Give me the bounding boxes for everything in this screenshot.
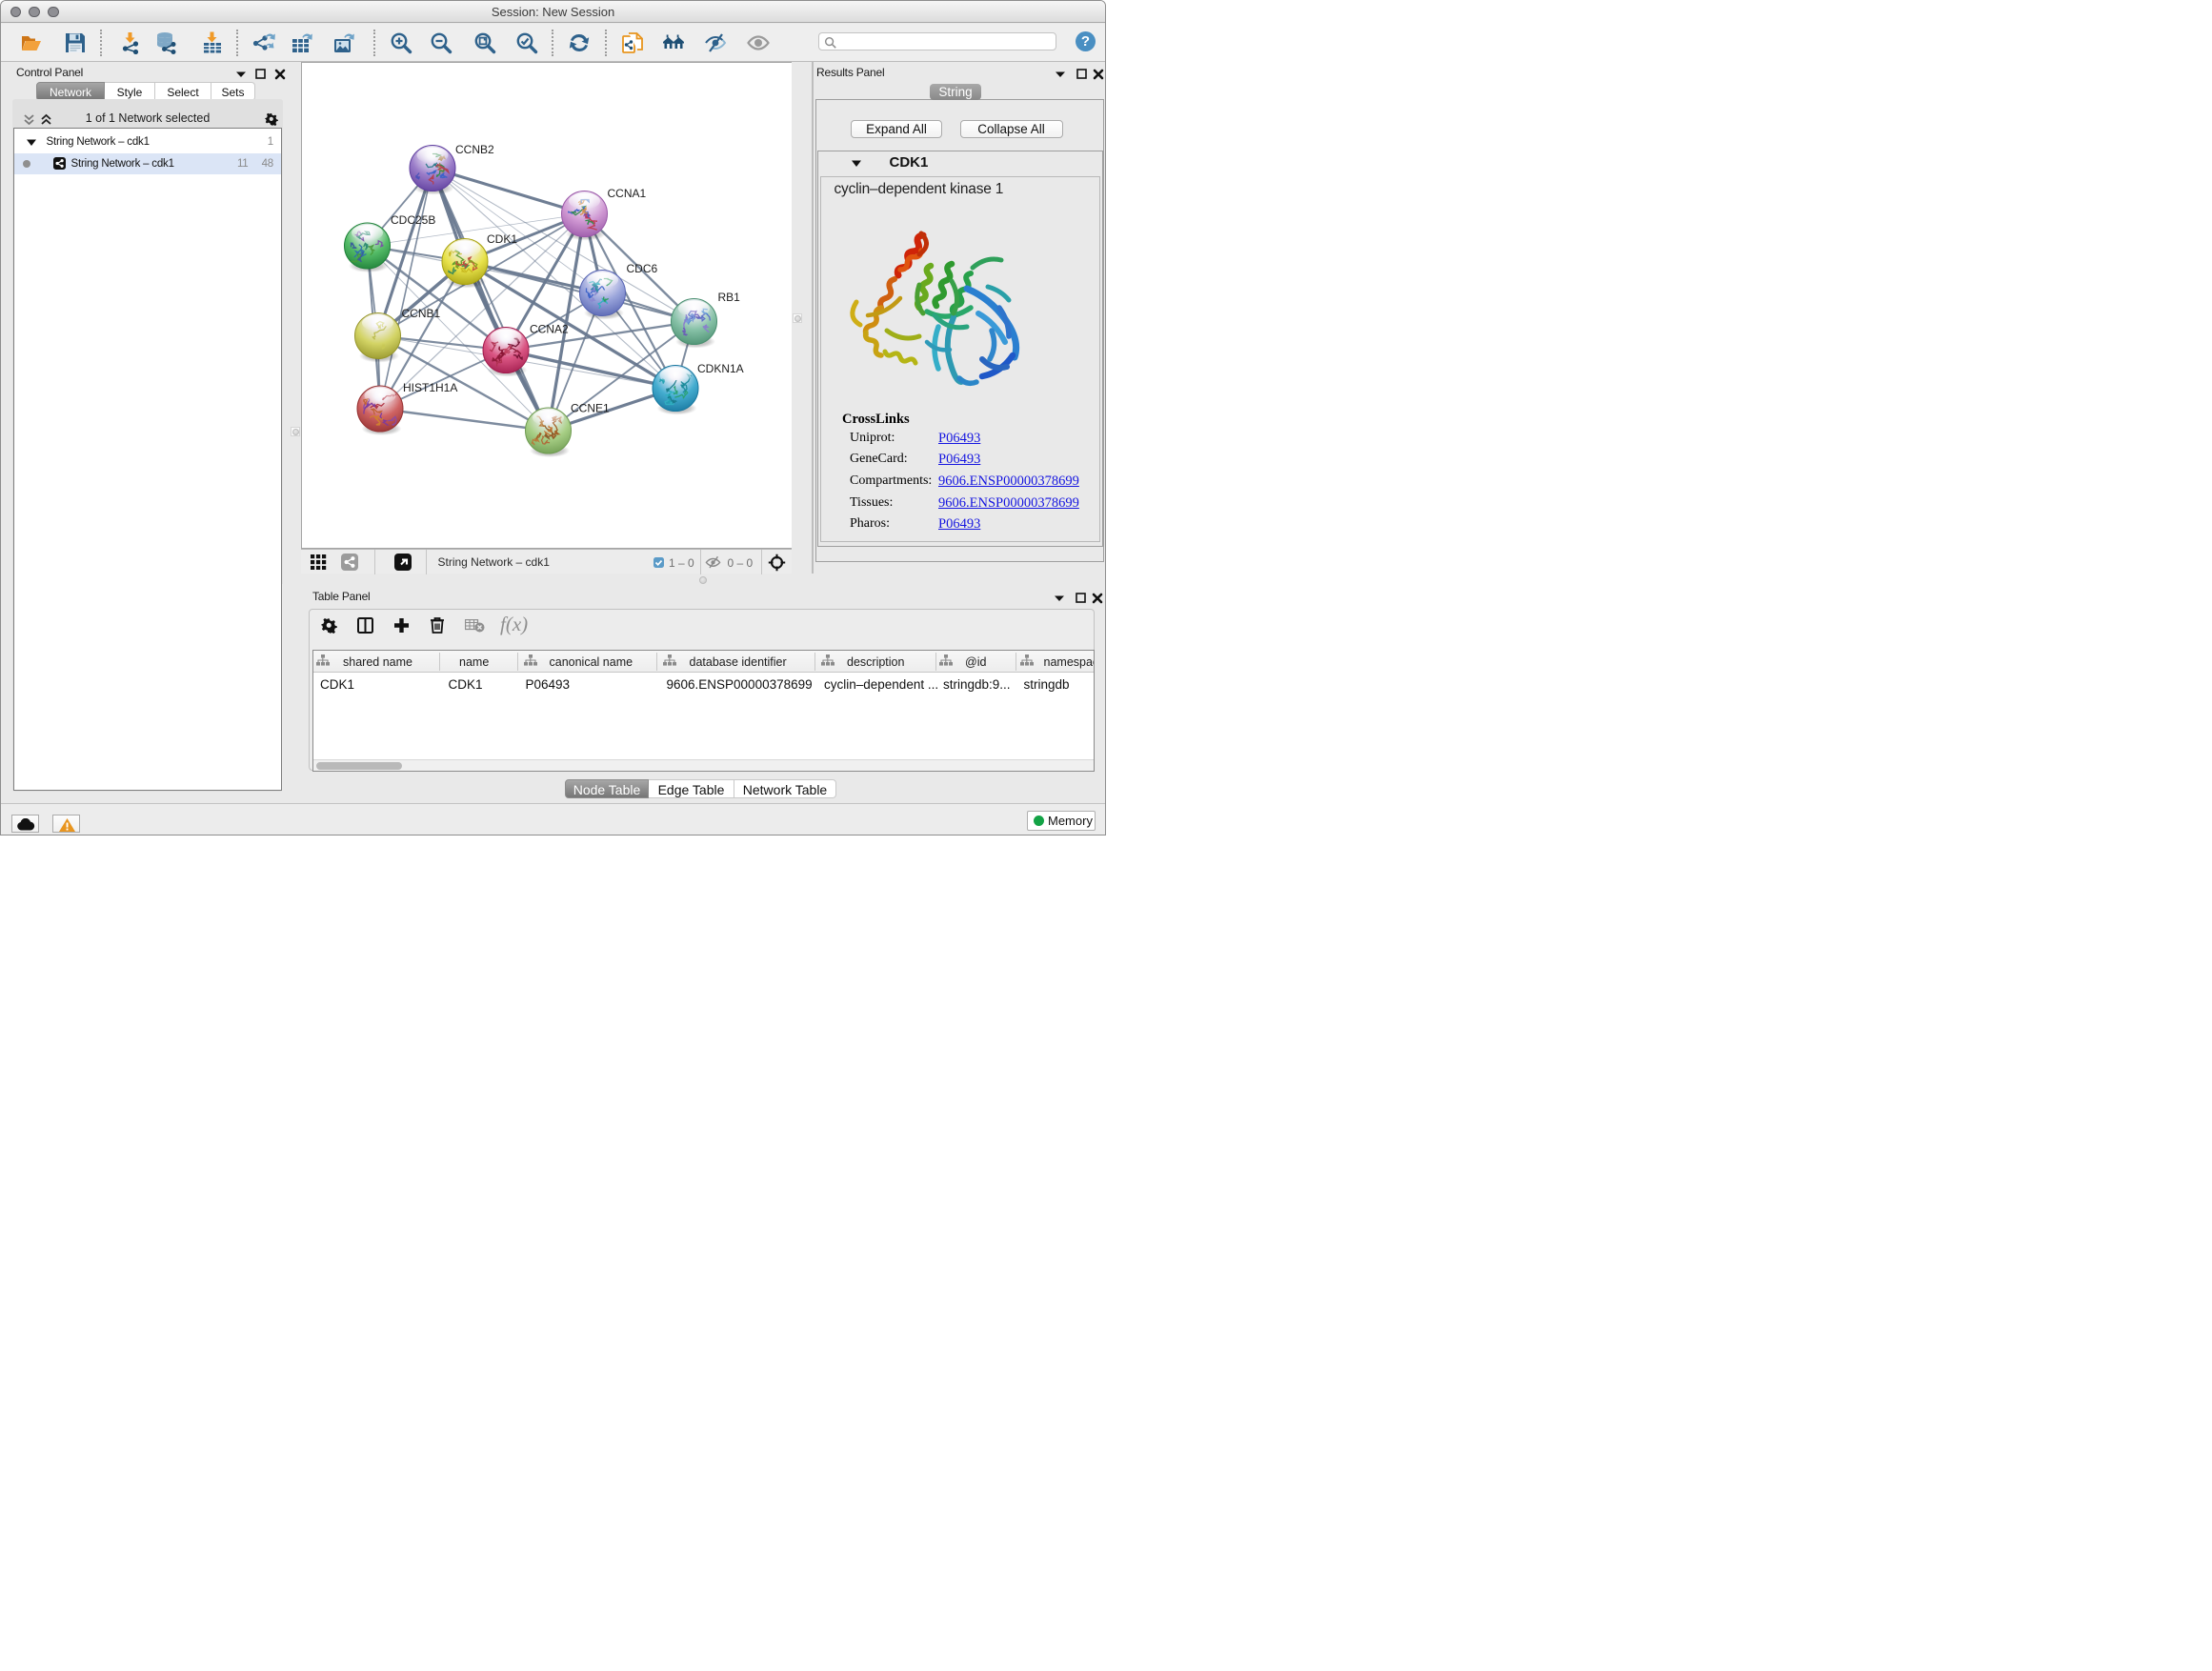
svg-text:CCNB2: CCNB2 (455, 143, 494, 156)
svg-text:CCNA1: CCNA1 (608, 187, 647, 200)
svg-text:CCNB1: CCNB1 (402, 307, 441, 320)
svg-text:RB1: RB1 (718, 291, 741, 304)
svg-text:HIST1H1A: HIST1H1A (403, 381, 457, 394)
svg-text:CDK1: CDK1 (487, 232, 517, 246)
svg-text:CDC25B: CDC25B (391, 213, 435, 227)
svg-text:CDKN1A: CDKN1A (697, 362, 744, 375)
svg-text:CDC6: CDC6 (627, 262, 658, 275)
svg-text:CCNA2: CCNA2 (530, 323, 569, 336)
svg-text:CCNE1: CCNE1 (571, 402, 610, 415)
